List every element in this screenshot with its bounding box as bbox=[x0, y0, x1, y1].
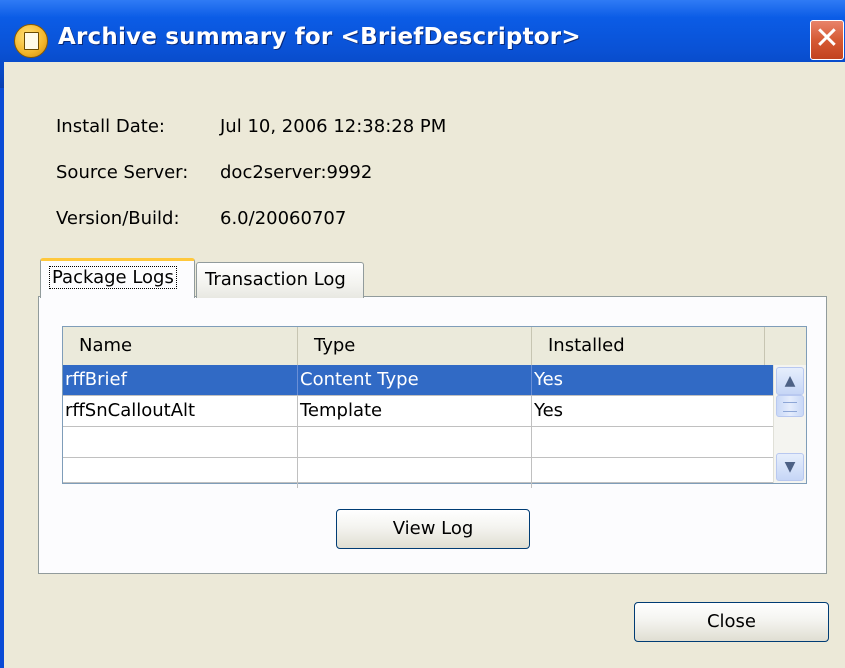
cell-type bbox=[298, 458, 532, 488]
cell-type bbox=[298, 427, 532, 457]
scroll-thumb[interactable] bbox=[776, 395, 804, 417]
column-header-name[interactable]: Name bbox=[63, 327, 298, 365]
version-build-value: 6.0/20060707 bbox=[220, 208, 347, 229]
close-window-button[interactable]: ✕ bbox=[810, 20, 844, 60]
source-server-value: doc2server:9992 bbox=[220, 162, 373, 183]
tab-package-logs[interactable]: Package Logs bbox=[40, 258, 195, 298]
cell-name: rffSnCalloutAlt bbox=[63, 396, 298, 426]
install-date-label: Install Date: bbox=[56, 116, 165, 137]
scroll-up-icon[interactable]: ▲ bbox=[776, 367, 804, 395]
cell-installed bbox=[532, 458, 773, 488]
column-header-type[interactable]: Type bbox=[298, 327, 532, 365]
cell-installed: Yes bbox=[534, 369, 564, 390]
tab-transaction-log-label: Transaction Log bbox=[205, 269, 346, 290]
dialog-window: Archive summary for <BriefDescriptor> ✕ … bbox=[0, 0, 845, 668]
window-title: Archive summary for <BriefDescriptor> bbox=[58, 24, 581, 50]
column-header-filler bbox=[765, 327, 806, 365]
tab-package-logs-label: Package Logs bbox=[49, 266, 177, 289]
version-build-label: Version/Build: bbox=[56, 208, 180, 229]
cell-type: Content Type bbox=[298, 365, 532, 395]
cell-type: Template bbox=[298, 396, 532, 426]
table-row[interactable]: rffBrief Content Type Yes bbox=[63, 365, 773, 396]
package-logs-table: Name Type Installed rffBrief Content Typ… bbox=[62, 326, 807, 488]
table-row[interactable] bbox=[63, 458, 773, 488]
cell-installed: Yes bbox=[534, 400, 564, 421]
table-header: Name Type Installed bbox=[63, 327, 806, 366]
archive-icon bbox=[14, 24, 48, 58]
table-scrollbar[interactable]: ▲ ▼ bbox=[773, 365, 806, 483]
view-log-button[interactable]: View Log bbox=[336, 509, 530, 549]
table-row[interactable] bbox=[63, 427, 773, 458]
cell-name bbox=[63, 458, 298, 488]
table-row[interactable]: rffSnCalloutAlt Template Yes bbox=[63, 396, 773, 427]
tab-transaction-log[interactable]: Transaction Log bbox=[196, 262, 364, 298]
close-button[interactable]: Close bbox=[634, 602, 829, 642]
scroll-down-icon[interactable]: ▼ bbox=[776, 453, 804, 481]
cell-installed bbox=[532, 427, 773, 457]
cell-name: rffBrief bbox=[63, 365, 298, 395]
cell-name bbox=[63, 427, 298, 457]
source-server-label: Source Server: bbox=[56, 162, 189, 183]
column-header-installed[interactable]: Installed bbox=[532, 327, 765, 365]
install-date-value: Jul 10, 2006 12:38:28 PM bbox=[220, 116, 447, 137]
